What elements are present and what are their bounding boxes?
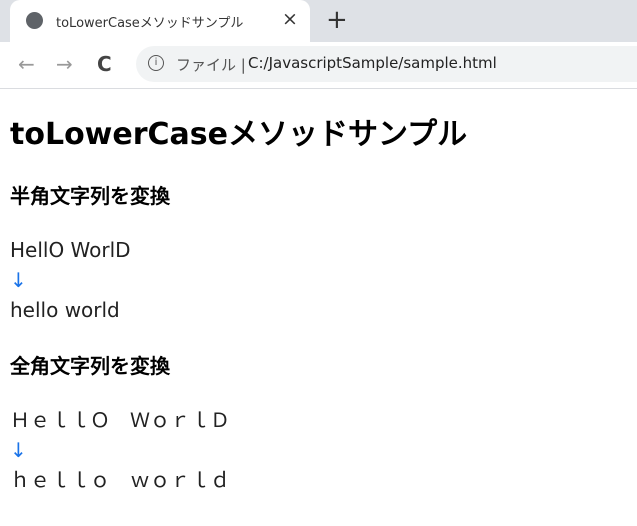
new-tab-button[interactable]: + [326,5,348,35]
page-content: toLowerCaseメソッドサンプル 半角文字列を変換 HellO WorlD… [0,115,637,495]
tab-strip: toLowerCaseメソッドサンプル × + [0,0,637,42]
forward-icon[interactable]: → [56,52,73,76]
arrow-down-icon: ↓ [10,268,27,292]
input-text: ＨｅｌｌＯ ＷｏｒｌＤ [10,408,230,432]
back-icon[interactable]: ← [18,52,35,76]
output-text: hello world [10,298,120,322]
url-text[interactable]: C:/JavascriptSample/sample.html [248,54,497,72]
info-icon[interactable]: i [148,55,164,71]
tab-title: toLowerCaseメソッドサンプル [56,16,244,31]
close-icon[interactable]: × [282,8,298,30]
reload-icon[interactable]: C [97,52,112,76]
output-text: ｈｅｌｌｏ ｗｏｒｌｄ [10,468,230,492]
arrow-down-icon: ↓ [10,438,27,462]
file-label: ファイル | [176,54,246,75]
page-title: toLowerCaseメソッドサンプル [10,117,468,152]
separator: | [240,56,246,74]
address-bar[interactable]: i ファイル | C:/JavascriptSample/sample.html [136,46,637,82]
input-text: HellO WorlD [10,238,131,262]
globe-icon [26,12,43,29]
section-heading: 半角文字列を変換 [10,184,170,208]
tab-active[interactable]: toLowerCaseメソッドサンプル × [10,0,310,42]
file-text: ファイル [176,56,237,74]
toolbar: ← → C i ファイル | C:/JavascriptSample/sampl… [0,42,637,89]
section-heading: 全角文字列を変換 [10,354,170,378]
